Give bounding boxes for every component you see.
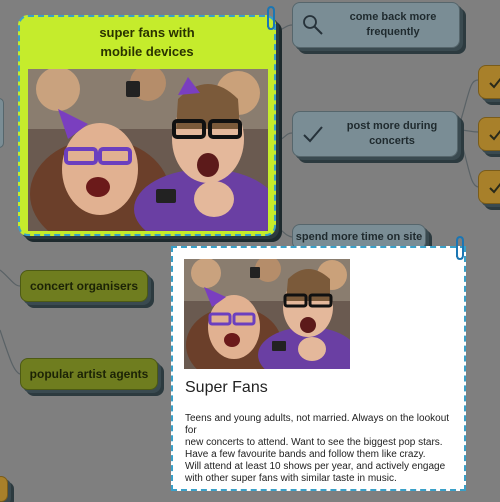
connector-post-more bbox=[275, 132, 293, 141]
node-label: popular artist agents bbox=[29, 366, 149, 381]
connector-left-2 bbox=[0, 329, 21, 375]
node-popular-artist-agents[interactable]: popular artist agents bbox=[20, 358, 158, 390]
connector-left-1 bbox=[0, 269, 21, 287]
node-label: spend more time on site bbox=[295, 230, 423, 243]
mind-map-canvas[interactable]: come back more frequently post more duri… bbox=[0, 0, 500, 502]
connector-right-3 bbox=[457, 129, 479, 188]
popup-description-line: Will attend at least 10 shows per year, … bbox=[185, 461, 446, 472]
connector-right-2 bbox=[457, 129, 479, 133]
connector-spend-time bbox=[275, 225, 293, 238]
node-label-line2: concerts bbox=[369, 135, 415, 147]
offscreen-node-left[interactable] bbox=[0, 98, 4, 148]
featured-title-line1: super fans with bbox=[99, 25, 195, 40]
node-post-more-during-concerts[interactable]: post more during concerts bbox=[292, 111, 458, 157]
checkmark-icon bbox=[485, 173, 500, 201]
node-details-popup[interactable]: Super Fans Teens and young adults, not m… bbox=[171, 235, 466, 491]
node-concert-organisers[interactable]: concert organisers bbox=[20, 270, 148, 302]
fans-photo bbox=[184, 259, 350, 369]
node-label: concert organisers bbox=[29, 278, 139, 293]
popup-description-line: Have a few favourite bands and follow th… bbox=[185, 449, 426, 460]
popup-description: Teens and young adults, not married. Alw… bbox=[185, 413, 460, 485]
node-come-back-more-frequently[interactable]: come back more frequently bbox=[292, 2, 460, 48]
paperclip-icon bbox=[267, 5, 275, 31]
featured-node-title: super fans with mobile devices bbox=[20, 23, 274, 61]
offscreen-node-right-3[interactable] bbox=[478, 170, 500, 204]
checkmark-icon bbox=[485, 120, 500, 148]
connector-right-1 bbox=[457, 79, 479, 131]
node-label-line2: frequently bbox=[366, 26, 420, 38]
node-label-line1: post more during bbox=[346, 120, 438, 132]
popup-description-line: new concerts to attend. Want to see the … bbox=[185, 437, 443, 448]
node-super-fans-with-mobile-devices[interactable]: super fans with mobile devices bbox=[18, 5, 276, 236]
checkmark-icon bbox=[299, 120, 327, 148]
offscreen-node-right-2[interactable] bbox=[478, 117, 500, 151]
node-label-line1: come back more bbox=[349, 11, 437, 23]
offscreen-node-right-1[interactable] bbox=[478, 65, 500, 99]
offscreen-node-left-bottom[interactable] bbox=[0, 476, 8, 502]
popup-description-line: Teens and young adults, not married. Alw… bbox=[185, 413, 450, 436]
connector-come-back bbox=[275, 24, 293, 31]
fans-photo bbox=[28, 69, 268, 231]
paperclip-icon bbox=[456, 235, 464, 261]
checkmark-icon bbox=[485, 68, 500, 96]
popup-title: Super Fans bbox=[185, 379, 268, 396]
featured-title-line2: mobile devices bbox=[100, 44, 194, 59]
magnifier-icon bbox=[299, 11, 327, 39]
popup-description-line: with other super fans with similar taste… bbox=[185, 473, 397, 484]
